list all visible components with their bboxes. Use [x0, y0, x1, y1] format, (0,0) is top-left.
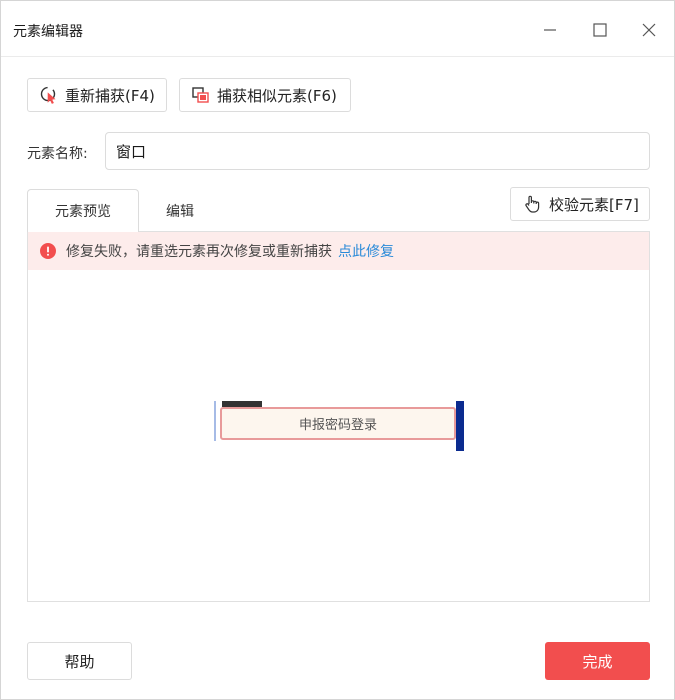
done-button[interactable]: 完成: [545, 642, 650, 680]
capture-similar-icon: [190, 84, 212, 106]
fix-link[interactable]: 点此修复: [338, 241, 394, 261]
help-label: 帮助: [64, 652, 95, 671]
tab-label: 编辑: [166, 203, 194, 220]
preview-login-button: 申报密码登录: [220, 407, 456, 440]
recapture-label: 重新捕获(F4): [65, 86, 155, 105]
error-circle-icon: [40, 243, 56, 259]
help-button[interactable]: 帮助: [27, 642, 132, 680]
element-editor-window: 元素编辑器 重新捕获(F4) 捕获相似元素(F6) 元素名称: 窗口 元素预览 …: [0, 0, 675, 700]
recapture-button[interactable]: 重新捕获(F4): [27, 78, 167, 112]
tab-label: 元素预览: [55, 204, 111, 220]
preview-edge-right: [456, 401, 464, 451]
close-icon: [642, 23, 656, 37]
tab-element-preview[interactable]: 元素预览: [27, 189, 139, 232]
done-label: 完成: [582, 652, 613, 671]
verify-element-button[interactable]: 校验元素[F7]: [510, 187, 650, 221]
recapture-cursor-icon: [38, 84, 60, 106]
minimize-button[interactable]: [535, 15, 565, 45]
preview-panel: 修复失败，请重选元素再次修复或重新捕获 点此修复 申报密码登录: [27, 231, 650, 602]
verify-element-label: 校验元素[F7]: [549, 195, 639, 214]
preview-login-text: 申报密码登录: [298, 418, 377, 433]
element-preview-image: 申报密码登录: [214, 401, 464, 451]
close-button[interactable]: [634, 15, 664, 45]
minimize-icon: [544, 29, 556, 31]
capture-similar-button[interactable]: 捕获相似元素(F6): [179, 78, 351, 112]
title-bar: 元素编辑器: [1, 1, 674, 57]
hand-pointer-icon: [521, 193, 543, 215]
maximize-icon: [593, 23, 607, 37]
element-name-label: 元素名称:: [27, 146, 88, 162]
alert-message: 修复失败，请重选元素再次修复或重新捕获: [66, 244, 332, 260]
capture-similar-label: 捕获相似元素(F6): [217, 86, 337, 105]
element-name-input[interactable]: [105, 132, 650, 170]
tab-edit[interactable]: 编辑: [139, 189, 221, 232]
window-title: 元素编辑器: [13, 24, 83, 40]
preview-edge: [214, 401, 216, 441]
error-alert: 修复失败，请重选元素再次修复或重新捕获 点此修复: [28, 232, 649, 270]
maximize-button[interactable]: [585, 15, 615, 45]
